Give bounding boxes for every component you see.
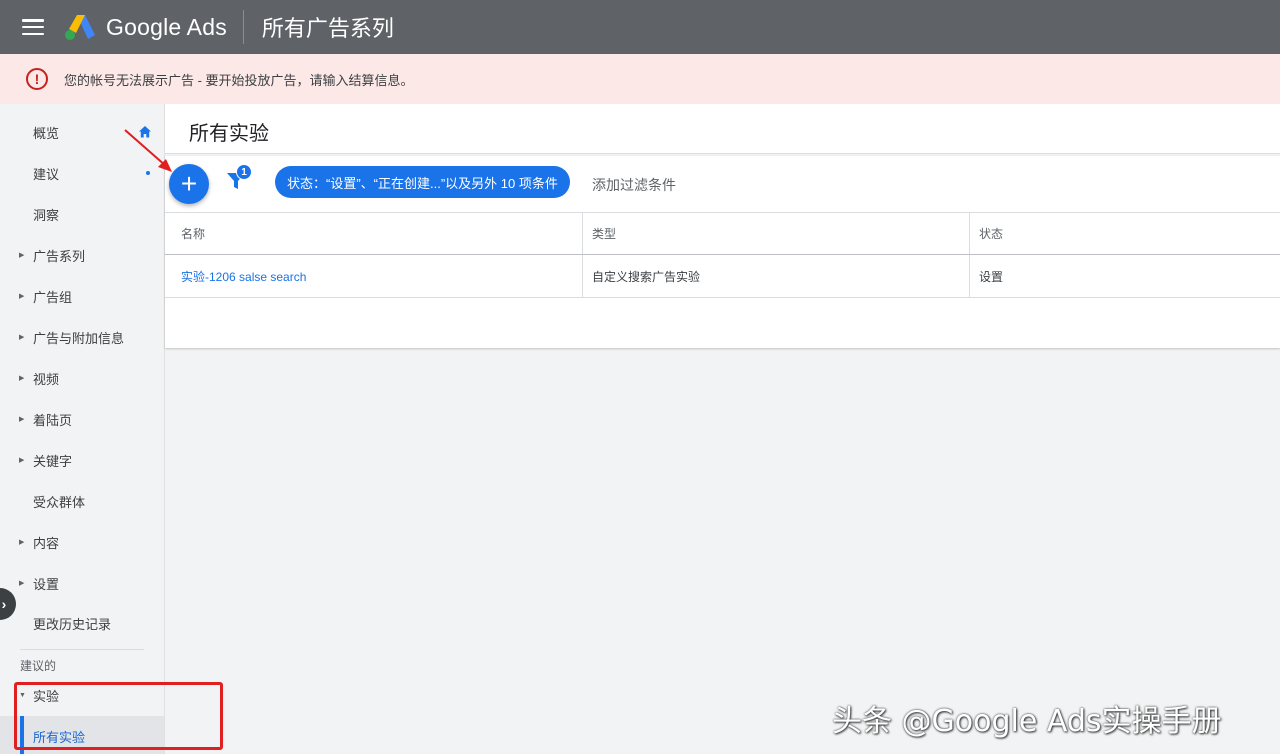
sidebar-item-label: 所有实验: [33, 729, 86, 745]
alert-message: 您的帐号无法展示广告 - 要开始投放广告，请输入结算信息。: [64, 72, 414, 88]
error-icon: !: [26, 68, 48, 90]
sidebar-item-experiments[interactable]: ▼ 实验: [0, 675, 164, 715]
sidebar-item-label: 概览: [33, 125, 60, 141]
expand-arrow-icon: ▶: [19, 457, 25, 464]
collapse-arrow-icon: ▼: [19, 691, 26, 699]
status-filter-chip[interactable]: 状态：“设置”、“正在创建...”以及另外 10 项条件: [275, 166, 570, 198]
expand-arrow-icon: ▶: [19, 252, 25, 259]
experiment-link[interactable]: 实验-1206 salse search: [181, 268, 306, 285]
sidebar-item-label: 更改历史记录: [33, 616, 112, 632]
sidebar-item-ad-groups[interactable]: ▶ 广告组: [0, 276, 164, 316]
page-title: 所有实验: [189, 123, 269, 145]
expand-arrow-icon: ▶: [19, 375, 25, 382]
sidebar-section-label: 建议的: [20, 659, 57, 673]
annotation-arrow: [124, 129, 172, 172]
title-bar: 所有实验: [165, 104, 1280, 154]
billing-alert: ! 您的帐号无法展示广告 - 要开始投放广告，请输入结算信息。: [0, 54, 1280, 104]
sidebar-item-settings[interactable]: ▶ 设置: [0, 563, 164, 603]
sidebar-item-videos[interactable]: ▶ 视频: [0, 358, 164, 398]
plus-icon: +: [180, 168, 198, 199]
sidebar-item-all-experiments[interactable]: 所有实验: [0, 716, 164, 754]
sidebar-item-keywords[interactable]: ▶ 关键字: [0, 440, 164, 480]
chevron-right-icon: ›: [1, 596, 7, 612]
add-filter-link[interactable]: 添加过滤条件: [592, 175, 676, 195]
sidebar-item-ads-extensions[interactable]: ▶ 广告与附加信息: [0, 317, 164, 357]
sidebar-item-label: 关键字: [33, 453, 73, 469]
sidebar-item-label: 受众群体: [33, 494, 86, 510]
expand-arrow-icon: ▶: [19, 539, 25, 546]
sidebar-item-campaigns[interactable]: ▶ 广告系列: [0, 235, 164, 275]
sidebar-item-label: 设置: [33, 576, 60, 592]
sidebar-item-label: 洞察: [33, 207, 60, 223]
sidebar: 概览 建议 洞察 ▶ 广告系列 ▶ 广告组 ▶ 广告与附加信息 ▶ 视频 ▶ 着…: [0, 104, 165, 754]
expand-arrow-icon: ▶: [19, 580, 25, 587]
sidebar-item-label: 广告与附加信息: [33, 330, 125, 346]
sidebar-item-label: 内容: [33, 535, 60, 551]
expand-arrow-icon: ▶: [19, 293, 25, 300]
cell-name: 实验-1206 salse search: [165, 255, 582, 297]
sidebar-item-label: 实验: [33, 688, 60, 704]
sidebar-item-change-history[interactable]: 更改历史记录: [0, 603, 164, 643]
column-header-type[interactable]: 类型: [582, 213, 969, 254]
sidebar-item-content[interactable]: ▶ 内容: [0, 522, 164, 562]
sidebar-item-label: 着陆页: [33, 412, 73, 428]
top-bar: Google Ads 所有广告系列: [0, 0, 1280, 54]
main-content: 所有实验 + 1 状态：“设置”、“正在创建...”以及另外 10 项条件 添加…: [165, 104, 1280, 754]
column-header-name[interactable]: 名称: [165, 213, 582, 254]
sidebar-divider: [20, 649, 144, 650]
cell-status: 设置: [969, 255, 1280, 297]
sidebar-item-insights[interactable]: 洞察: [0, 194, 164, 234]
sidebar-item-label: 广告系列: [33, 248, 86, 264]
brand-name: Google Ads: [106, 13, 227, 40]
table-header: 名称 类型 状态: [165, 212, 1280, 255]
sidebar-item-label: 建议: [33, 166, 60, 182]
experiments-card: + 1 状态：“设置”、“正在创建...”以及另外 10 项条件 添加过滤条件 …: [165, 156, 1280, 348]
expand-arrow-icon: ▶: [19, 334, 25, 341]
expand-arrow-icon: ▶: [19, 416, 25, 423]
watermark: 头条 @Google Ads实操手册: [832, 704, 1222, 739]
cell-type: 自定义搜索广告实验: [582, 255, 969, 297]
menu-icon[interactable]: [22, 19, 44, 35]
sidebar-item-landing-pages[interactable]: ▶ 着陆页: [0, 399, 164, 439]
sidebar-item-audiences[interactable]: 受众群体: [0, 481, 164, 521]
table-row: 实验-1206 salse search 自定义搜索广告实验 设置: [165, 255, 1280, 298]
filter-count-badge: 1: [236, 164, 252, 180]
google-ads-logo: [65, 15, 95, 40]
column-header-status[interactable]: 状态: [969, 213, 1280, 254]
sidebar-item-label: 广告组: [33, 289, 73, 305]
active-indicator: [20, 716, 24, 754]
sidebar-item-label: 视频: [33, 371, 60, 387]
divider: [242, 10, 244, 44]
page-heading: 所有广告系列: [261, 16, 394, 41]
